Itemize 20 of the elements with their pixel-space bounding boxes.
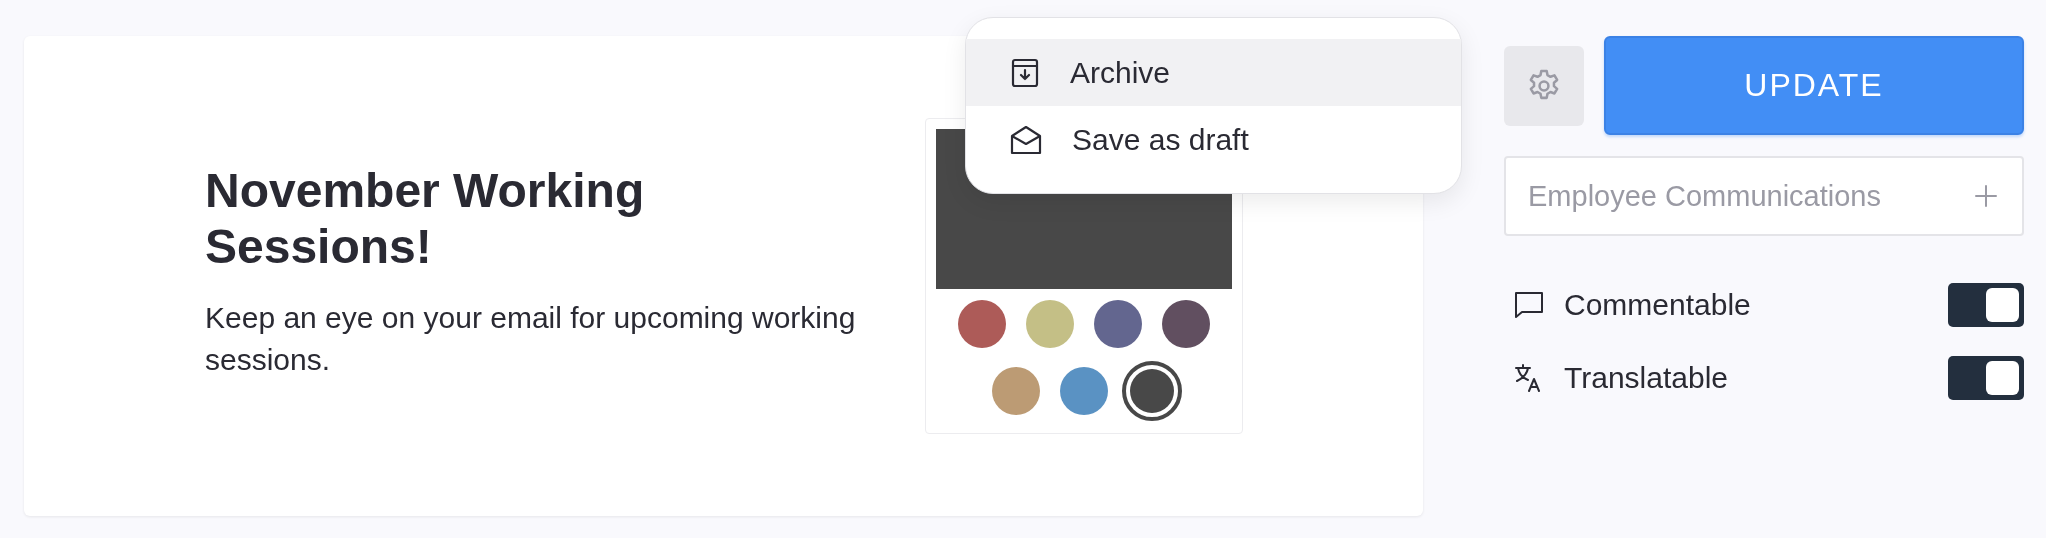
color-swatch[interactable] bbox=[992, 367, 1040, 415]
card-text: Keep an eye on your email for upcoming working sessions. bbox=[205, 300, 857, 378]
color-swatch[interactable] bbox=[1162, 300, 1210, 348]
option-label: Translatable bbox=[1564, 361, 1729, 395]
toggle-switch[interactable] bbox=[1948, 356, 2024, 400]
plus-icon bbox=[1974, 184, 1998, 208]
color-swatch[interactable] bbox=[1026, 300, 1074, 348]
card-title: November Working Sessions! bbox=[205, 163, 646, 275]
archive-box-icon bbox=[1010, 57, 1040, 88]
envelope-icon bbox=[1010, 124, 1042, 155]
color-swatch[interactable] bbox=[958, 300, 1006, 348]
speech-bubble-icon bbox=[1514, 291, 1544, 319]
toggle-switch[interactable] bbox=[1948, 283, 2024, 327]
menu-item[interactable]: Save as draft bbox=[966, 106, 1461, 173]
option-label: Commentable bbox=[1564, 288, 1752, 322]
color-swatch[interactable] bbox=[1094, 300, 1142, 348]
menu-item[interactable]: Archive bbox=[966, 39, 1461, 106]
color-swatch[interactable] bbox=[1122, 361, 1182, 421]
color-swatch[interactable] bbox=[1060, 367, 1108, 415]
category-field[interactable]: Employee Communications bbox=[1504, 156, 2024, 236]
